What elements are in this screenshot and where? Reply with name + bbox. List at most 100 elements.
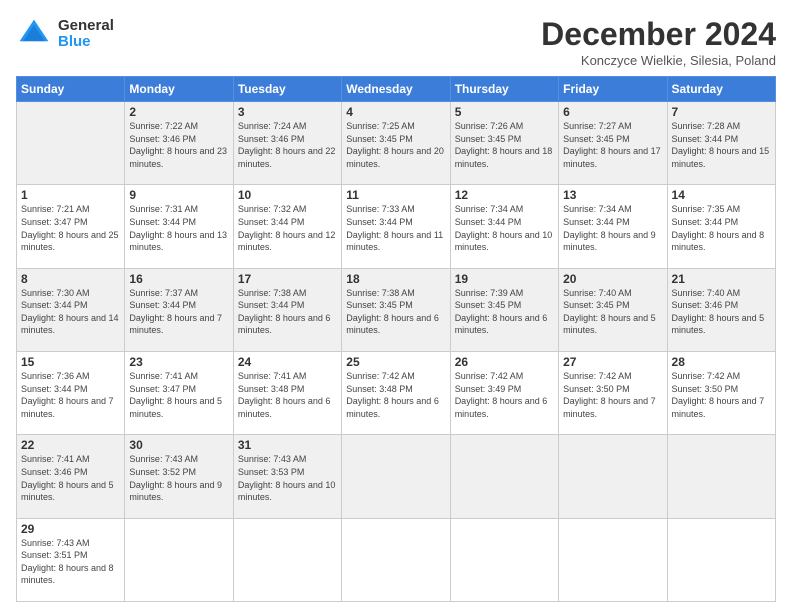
col-tuesday: Tuesday — [233, 77, 341, 102]
day-number: 17 — [238, 272, 337, 286]
table-cell: 8Sunrise: 7:30 AM Sunset: 3:44 PM Daylig… — [17, 268, 125, 351]
logo: General Blue — [16, 16, 114, 52]
logo-text: General Blue — [58, 18, 114, 51]
day-number: 10 — [238, 188, 337, 202]
calendar-row: 1Sunrise: 7:21 AM Sunset: 3:47 PM Daylig… — [17, 185, 776, 268]
table-cell — [450, 518, 558, 601]
day-number: 18 — [346, 272, 445, 286]
day-info: Sunrise: 7:30 AM Sunset: 3:44 PM Dayligh… — [21, 287, 120, 337]
calendar-row: 8Sunrise: 7:30 AM Sunset: 3:44 PM Daylig… — [17, 268, 776, 351]
day-number: 15 — [21, 355, 120, 369]
table-cell: 14Sunrise: 7:35 AM Sunset: 3:44 PM Dayli… — [667, 185, 775, 268]
day-info: Sunrise: 7:40 AM Sunset: 3:46 PM Dayligh… — [672, 287, 771, 337]
table-cell: 29Sunrise: 7:43 AM Sunset: 3:51 PM Dayli… — [17, 518, 125, 601]
day-info: Sunrise: 7:25 AM Sunset: 3:45 PM Dayligh… — [346, 120, 445, 170]
day-info: Sunrise: 7:43 AM Sunset: 3:53 PM Dayligh… — [238, 453, 337, 503]
calendar-row: 22Sunrise: 7:41 AM Sunset: 3:46 PM Dayli… — [17, 435, 776, 518]
table-cell: 22Sunrise: 7:41 AM Sunset: 3:46 PM Dayli… — [17, 435, 125, 518]
table-cell: 17Sunrise: 7:38 AM Sunset: 3:44 PM Dayli… — [233, 268, 341, 351]
table-cell: 4Sunrise: 7:25 AM Sunset: 3:45 PM Daylig… — [342, 102, 450, 185]
table-cell: 26Sunrise: 7:42 AM Sunset: 3:49 PM Dayli… — [450, 351, 558, 434]
day-info: Sunrise: 7:38 AM Sunset: 3:45 PM Dayligh… — [346, 287, 445, 337]
table-cell: 10Sunrise: 7:32 AM Sunset: 3:44 PM Dayli… — [233, 185, 341, 268]
calendar-row: 2Sunrise: 7:22 AM Sunset: 3:46 PM Daylig… — [17, 102, 776, 185]
day-info: Sunrise: 7:27 AM Sunset: 3:45 PM Dayligh… — [563, 120, 662, 170]
table-cell: 23Sunrise: 7:41 AM Sunset: 3:47 PM Dayli… — [125, 351, 233, 434]
location: Konczyce Wielkie, Silesia, Poland — [541, 53, 776, 68]
table-cell — [450, 435, 558, 518]
col-sunday: Sunday — [17, 77, 125, 102]
table-cell: 15Sunrise: 7:36 AM Sunset: 3:44 PM Dayli… — [17, 351, 125, 434]
table-cell: 18Sunrise: 7:38 AM Sunset: 3:45 PM Dayli… — [342, 268, 450, 351]
table-cell: 21Sunrise: 7:40 AM Sunset: 3:46 PM Dayli… — [667, 268, 775, 351]
day-info: Sunrise: 7:31 AM Sunset: 3:44 PM Dayligh… — [129, 203, 228, 253]
table-cell: 24Sunrise: 7:41 AM Sunset: 3:48 PM Dayli… — [233, 351, 341, 434]
table-cell — [342, 518, 450, 601]
table-cell: 9Sunrise: 7:31 AM Sunset: 3:44 PM Daylig… — [125, 185, 233, 268]
table-cell: 27Sunrise: 7:42 AM Sunset: 3:50 PM Dayli… — [559, 351, 667, 434]
day-number: 11 — [346, 188, 445, 202]
table-cell: 12Sunrise: 7:34 AM Sunset: 3:44 PM Dayli… — [450, 185, 558, 268]
day-info: Sunrise: 7:42 AM Sunset: 3:48 PM Dayligh… — [346, 370, 445, 420]
table-cell: 16Sunrise: 7:37 AM Sunset: 3:44 PM Dayli… — [125, 268, 233, 351]
day-number: 7 — [672, 105, 771, 119]
day-info: Sunrise: 7:34 AM Sunset: 3:44 PM Dayligh… — [455, 203, 554, 253]
logo-blue: Blue — [58, 34, 114, 51]
day-number: 14 — [672, 188, 771, 202]
day-number: 28 — [672, 355, 771, 369]
day-info: Sunrise: 7:39 AM Sunset: 3:45 PM Dayligh… — [455, 287, 554, 337]
day-number: 29 — [21, 522, 120, 536]
header: General Blue December 2024 Konczyce Wiel… — [16, 16, 776, 68]
table-cell: 20Sunrise: 7:40 AM Sunset: 3:45 PM Dayli… — [559, 268, 667, 351]
day-info: Sunrise: 7:42 AM Sunset: 3:50 PM Dayligh… — [563, 370, 662, 420]
table-cell — [667, 435, 775, 518]
table-cell: 31Sunrise: 7:43 AM Sunset: 3:53 PM Dayli… — [233, 435, 341, 518]
day-info: Sunrise: 7:41 AM Sunset: 3:47 PM Dayligh… — [129, 370, 228, 420]
day-number: 23 — [129, 355, 228, 369]
title-section: December 2024 Konczyce Wielkie, Silesia,… — [541, 16, 776, 68]
day-info: Sunrise: 7:41 AM Sunset: 3:48 PM Dayligh… — [238, 370, 337, 420]
day-number: 26 — [455, 355, 554, 369]
table-cell — [559, 518, 667, 601]
col-friday: Friday — [559, 77, 667, 102]
table-cell: 6Sunrise: 7:27 AM Sunset: 3:45 PM Daylig… — [559, 102, 667, 185]
day-info: Sunrise: 7:34 AM Sunset: 3:44 PM Dayligh… — [563, 203, 662, 253]
table-cell: 13Sunrise: 7:34 AM Sunset: 3:44 PM Dayli… — [559, 185, 667, 268]
col-saturday: Saturday — [667, 77, 775, 102]
day-number: 9 — [129, 188, 228, 202]
table-cell: 19Sunrise: 7:39 AM Sunset: 3:45 PM Dayli… — [450, 268, 558, 351]
day-number: 2 — [129, 105, 228, 119]
table-cell: 1Sunrise: 7:21 AM Sunset: 3:47 PM Daylig… — [17, 185, 125, 268]
day-info: Sunrise: 7:32 AM Sunset: 3:44 PM Dayligh… — [238, 203, 337, 253]
table-cell — [667, 518, 775, 601]
table-cell: 25Sunrise: 7:42 AM Sunset: 3:48 PM Dayli… — [342, 351, 450, 434]
table-cell: 7Sunrise: 7:28 AM Sunset: 3:44 PM Daylig… — [667, 102, 775, 185]
day-number: 4 — [346, 105, 445, 119]
calendar-row: 15Sunrise: 7:36 AM Sunset: 3:44 PM Dayli… — [17, 351, 776, 434]
day-info: Sunrise: 7:35 AM Sunset: 3:44 PM Dayligh… — [672, 203, 771, 253]
day-number: 5 — [455, 105, 554, 119]
table-cell: 5Sunrise: 7:26 AM Sunset: 3:45 PM Daylig… — [450, 102, 558, 185]
col-thursday: Thursday — [450, 77, 558, 102]
calendar: Sunday Monday Tuesday Wednesday Thursday… — [16, 76, 776, 602]
table-cell — [17, 102, 125, 185]
day-info: Sunrise: 7:38 AM Sunset: 3:44 PM Dayligh… — [238, 287, 337, 337]
table-cell — [125, 518, 233, 601]
day-info: Sunrise: 7:22 AM Sunset: 3:46 PM Dayligh… — [129, 120, 228, 170]
day-number: 19 — [455, 272, 554, 286]
day-info: Sunrise: 7:36 AM Sunset: 3:44 PM Dayligh… — [21, 370, 120, 420]
day-info: Sunrise: 7:24 AM Sunset: 3:46 PM Dayligh… — [238, 120, 337, 170]
table-cell: 11Sunrise: 7:33 AM Sunset: 3:44 PM Dayli… — [342, 185, 450, 268]
day-number: 12 — [455, 188, 554, 202]
calendar-row: 29Sunrise: 7:43 AM Sunset: 3:51 PM Dayli… — [17, 518, 776, 601]
day-number: 8 — [21, 272, 120, 286]
day-number: 27 — [563, 355, 662, 369]
day-info: Sunrise: 7:42 AM Sunset: 3:50 PM Dayligh… — [672, 370, 771, 420]
page: General Blue December 2024 Konczyce Wiel… — [0, 0, 792, 612]
day-number: 6 — [563, 105, 662, 119]
day-info: Sunrise: 7:42 AM Sunset: 3:49 PM Dayligh… — [455, 370, 554, 420]
day-number: 30 — [129, 438, 228, 452]
day-info: Sunrise: 7:33 AM Sunset: 3:44 PM Dayligh… — [346, 203, 445, 253]
day-info: Sunrise: 7:26 AM Sunset: 3:45 PM Dayligh… — [455, 120, 554, 170]
logo-icon — [16, 16, 52, 52]
